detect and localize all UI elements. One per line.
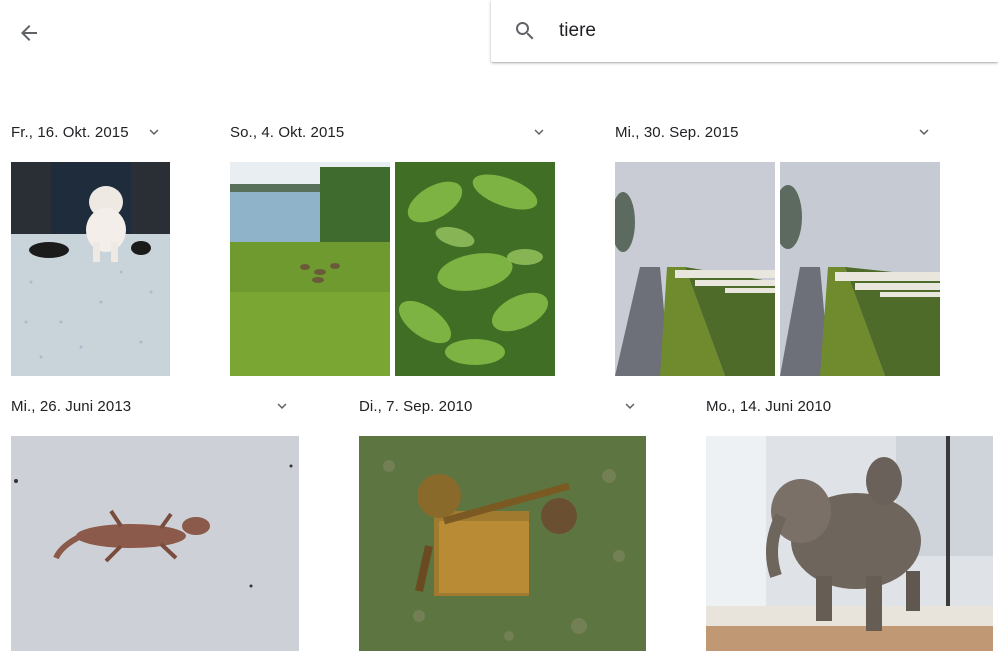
search-input[interactable] [559, 16, 959, 46]
arrow-back-icon [21, 25, 37, 41]
group-date-label: Mo., 14. Juni 2010 [706, 397, 832, 415]
date-group-header[interactable]: Fr., 16. Okt. 2015 [11, 120, 163, 144]
photo-thumbnail[interactable] [615, 162, 775, 376]
group-date-label: Mi., 30. Sep. 2015 [615, 123, 739, 141]
photo-thumbnail[interactable] [359, 436, 646, 651]
chevron-down-icon[interactable] [273, 397, 291, 415]
chevron-down-icon[interactable] [145, 123, 163, 141]
date-group-header[interactable]: So., 4. Okt. 2015 [230, 120, 548, 144]
group-date-label: Di., 7. Sep. 2010 [359, 397, 473, 415]
photo-thumbnail[interactable] [706, 436, 993, 651]
photo-thumbnail[interactable] [230, 162, 390, 376]
date-group-header[interactable]: Mi., 30. Sep. 2015 [615, 120, 933, 144]
search-box [491, 0, 998, 62]
group-date-label: So., 4. Okt. 2015 [230, 123, 345, 141]
photo-thumbnail[interactable] [780, 162, 940, 376]
photo-thumbnail[interactable] [395, 162, 555, 376]
group-date-label: Fr., 16. Okt. 2015 [11, 123, 129, 141]
date-group-header[interactable]: Mi., 26. Juni 2013 [11, 394, 291, 418]
search-icon[interactable] [513, 19, 537, 43]
date-group-header[interactable]: Di., 7. Sep. 2010 [359, 394, 639, 418]
chevron-down-icon[interactable] [915, 123, 933, 141]
group-date-label: Mi., 26. Juni 2013 [11, 397, 132, 415]
chevron-down-icon[interactable] [621, 397, 639, 415]
photo-thumbnail[interactable] [11, 436, 299, 651]
date-group-header[interactable]: Mo., 14. Juni 2010 [706, 394, 986, 418]
photo-thumbnail[interactable] [11, 162, 170, 376]
chevron-down-icon[interactable] [530, 123, 548, 141]
back-button[interactable] [14, 18, 44, 48]
